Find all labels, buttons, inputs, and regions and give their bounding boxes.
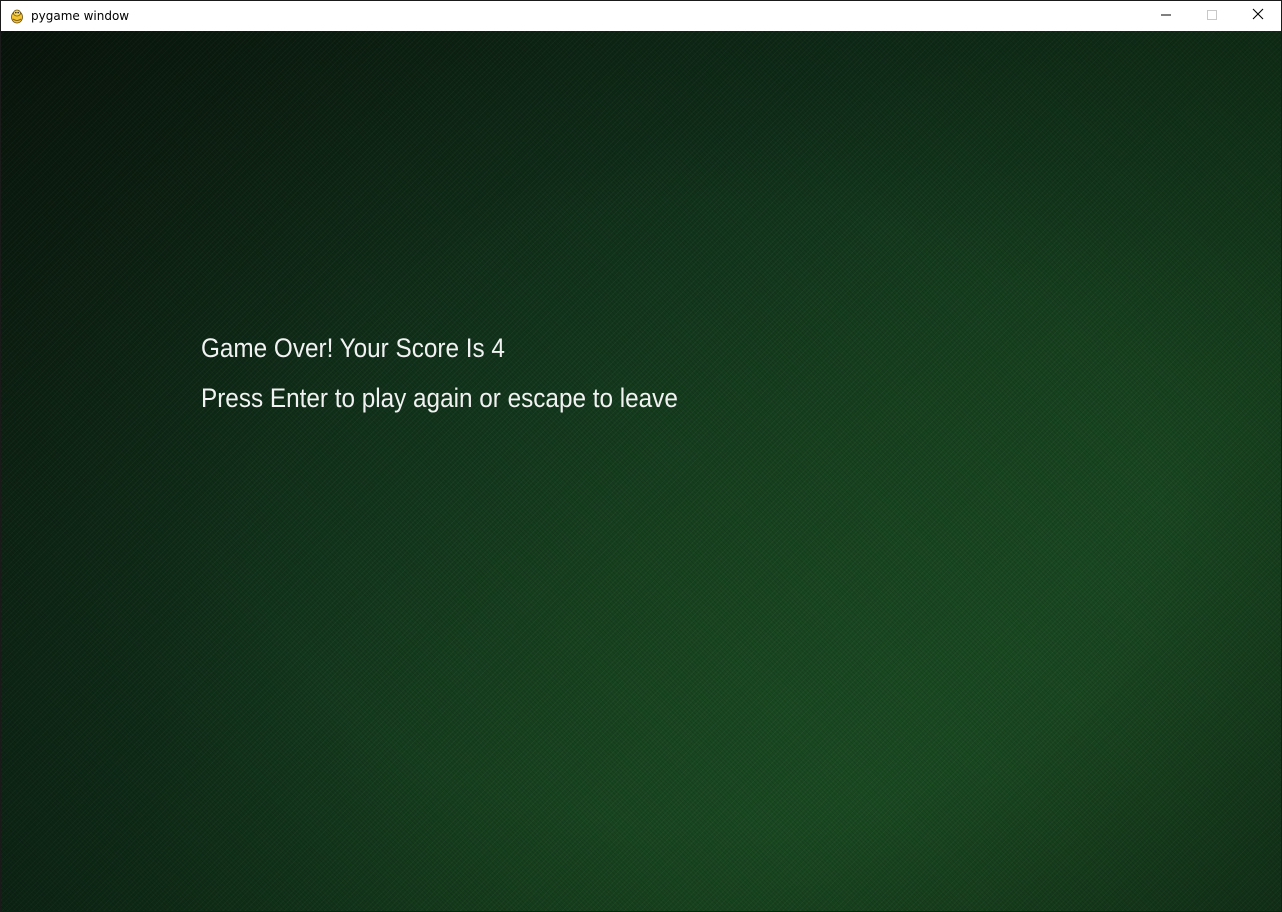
- game-over-score-text: Game Over! Your Score Is 4: [201, 333, 505, 363]
- background-vignette: [1, 31, 1281, 911]
- play-again-prompt-text: Press Enter to play again or escape to l…: [201, 383, 678, 413]
- close-icon: [1252, 7, 1264, 25]
- pygame-window: pygame window Game Over! Your Score Is 4…: [0, 0, 1282, 912]
- window-controls: [1143, 1, 1281, 31]
- minimize-icon: [1161, 7, 1171, 25]
- pygame-snake-icon: [9, 8, 25, 24]
- game-canvas[interactable]: Game Over! Your Score Is 4 Press Enter t…: [1, 31, 1281, 911]
- close-button[interactable]: [1235, 1, 1281, 31]
- minimize-button[interactable]: [1143, 1, 1189, 31]
- maximize-button[interactable]: [1189, 1, 1235, 31]
- window-title: pygame window: [31, 9, 130, 23]
- maximize-icon: [1207, 7, 1217, 25]
- title-bar[interactable]: pygame window: [1, 1, 1281, 31]
